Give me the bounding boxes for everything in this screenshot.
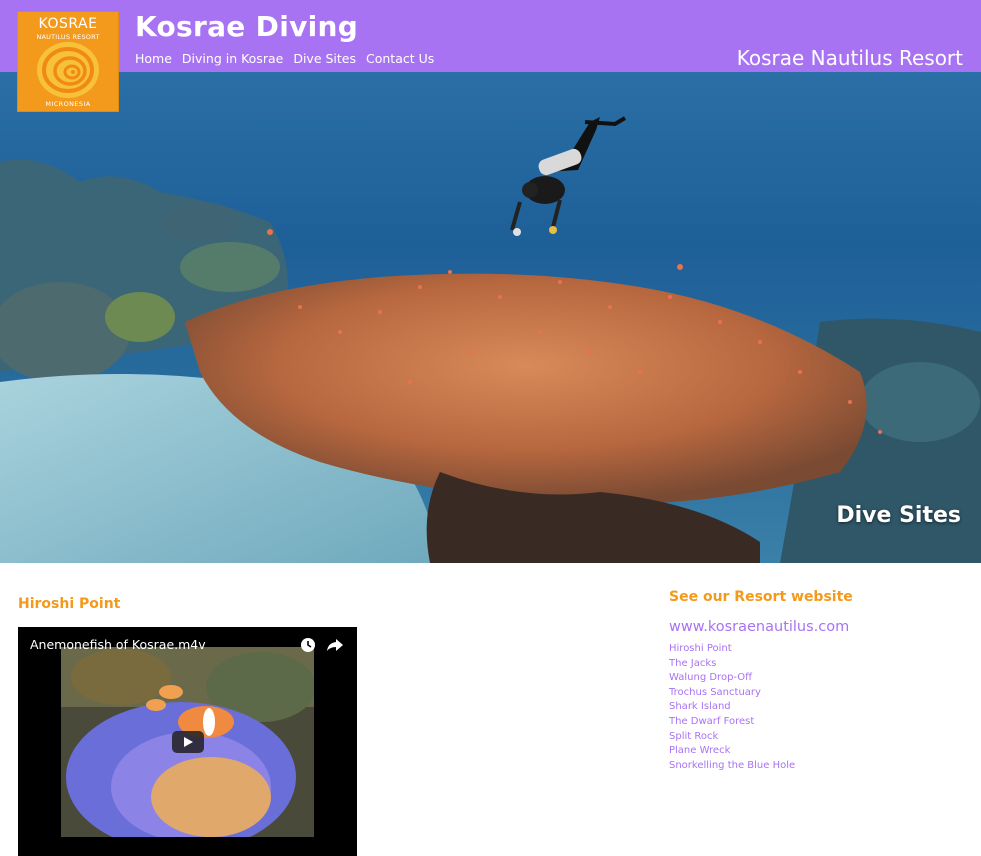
nav-diving-in-kosrae[interactable]: Diving in Kosrae: [182, 51, 283, 66]
resort-name: Kosrae Nautilus Resort: [736, 46, 963, 70]
nav-contact-us[interactable]: Contact Us: [366, 51, 434, 66]
logo-footer: MICRONESIA: [45, 100, 91, 108]
underwater-reef-photo: [0, 72, 981, 563]
section-title: Hiroshi Point: [18, 596, 121, 612]
sidebar-title: See our Resort website: [669, 589, 853, 605]
dive-site-list: Hiroshi Point The Jacks Walung Drop-Off …: [669, 642, 795, 773]
dive-site-link[interactable]: Walung Drop-Off: [669, 671, 795, 686]
logo-title: KOSRAE: [38, 16, 98, 32]
dive-site-link[interactable]: Snorkelling the Blue Hole: [669, 759, 795, 774]
dive-site-link[interactable]: Plane Wreck: [669, 744, 795, 759]
resort-logo[interactable]: KOSRAE NAUTILUS RESORT MICRONESIA: [17, 11, 119, 112]
main-nav: Home Diving in Kosrae Dive Sites Contact…: [135, 51, 434, 66]
dive-site-link[interactable]: Trochus Sanctuary: [669, 686, 795, 701]
hero-image: Dive Sites: [0, 72, 981, 563]
play-button[interactable]: [172, 731, 204, 753]
dive-site-link[interactable]: Split Rock: [669, 730, 795, 745]
nautilus-shell-icon: [37, 42, 99, 98]
watch-later-icon[interactable]: [300, 637, 316, 653]
share-icon[interactable]: [326, 637, 344, 653]
nav-home[interactable]: Home: [135, 51, 172, 66]
site-header: Kosrae Diving Home Diving in Kosrae Dive…: [0, 0, 981, 72]
video-title[interactable]: Anemonefish of Kosrae.m4v: [30, 637, 206, 652]
video-player[interactable]: Anemonefish of Kosrae.m4v: [18, 627, 357, 856]
dive-site-link[interactable]: Hiroshi Point: [669, 642, 795, 657]
nav-dive-sites[interactable]: Dive Sites: [293, 51, 356, 66]
resort-website-link[interactable]: www.kosraenautilus.com: [669, 619, 849, 635]
hero-caption: Dive Sites: [836, 503, 961, 528]
dive-site-link[interactable]: Shark Island: [669, 700, 795, 715]
dive-site-link[interactable]: The Jacks: [669, 657, 795, 672]
site-title[interactable]: Kosrae Diving: [135, 10, 358, 43]
dive-site-link[interactable]: The Dwarf Forest: [669, 715, 795, 730]
